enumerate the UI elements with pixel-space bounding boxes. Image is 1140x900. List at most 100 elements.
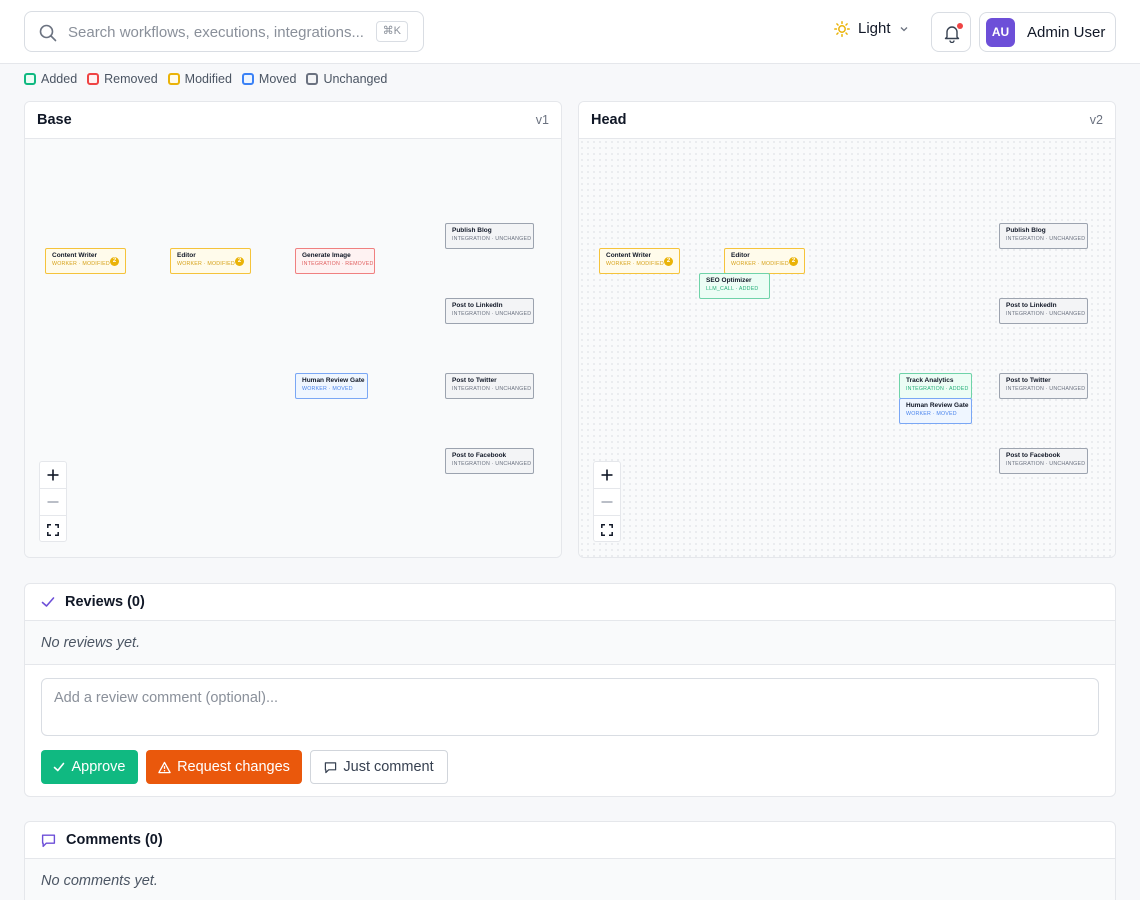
node-subtitle: WORKER · MODIFIED [177,261,235,267]
node-post-twitter[interactable]: Post to Twitter INTEGRATION · UNCHANGED [999,373,1088,399]
node-title: Post to Facebook [1006,452,1061,459]
zoom-out-button[interactable] [40,489,66,516]
theme-label: Light [858,20,891,37]
node-title: Editor [731,252,750,259]
request-changes-label: Request changes [177,759,290,775]
fit-view-button[interactable] [594,516,620,543]
node-subtitle: INTEGRATION · UNCHANGED [452,236,532,242]
node-title: Human Review Gate [906,402,969,409]
check-icon [41,597,55,607]
search-box[interactable]: Search workflows, executions, integratio… [24,11,424,52]
head-panel-header: Head v2 [579,102,1115,139]
zoom-out-button[interactable] [594,489,620,516]
node-post-facebook[interactable]: Post to Facebook INTEGRATION · UNCHANGED [445,448,534,474]
node-track-analytics[interactable]: Track Analytics INTEGRATION · ADDED [899,373,972,399]
node-post-linkedin[interactable]: Post to LinkedIn INTEGRATION · UNCHANGED [445,298,534,324]
base-version: v1 [535,113,549,127]
just-comment-label: Just comment [343,759,434,775]
node-title: SEO Optimizer [706,277,752,284]
zoom-in-button[interactable] [40,462,66,489]
message-icon [41,833,56,847]
legend-swatch [241,73,254,85]
legend-swatch [87,73,100,85]
unread-dot [957,23,963,29]
node-badge: 2 [664,257,673,266]
fit-view-icon [47,523,59,536]
node-title: Content Writer [606,252,652,259]
review-comment-input[interactable]: Add a review comment (optional)... [41,678,1099,736]
node-subtitle: WORKER · MODIFIED [606,261,664,267]
reviews-title: Reviews (0) [65,594,145,610]
base-panel-header: Base v1 [25,102,561,139]
node-human-review-gate[interactable]: Human Review Gate WORKER · MOVED [899,398,972,424]
base-panel: Base v1 Content Writer WORKER · MODIFIED… [24,101,562,558]
head-panel: Head v2 Content Writer WORKER · MODIFIED… [578,101,1116,558]
check-icon [54,762,65,772]
node-publish-blog[interactable]: Publish Blog INTEGRATION · UNCHANGED [999,223,1088,249]
plus-icon [601,469,613,481]
search-input[interactable]: Search workflows, executions, integratio… [68,24,364,41]
search-icon [39,24,57,42]
legend-label: Moved [258,72,297,86]
approve-button[interactable]: Approve [41,750,138,784]
head-panel-title: Head [591,112,627,128]
sun-icon [834,20,850,37]
legend-moved: Moved [241,72,297,86]
legend-swatch [24,73,36,85]
node-title: Post to Twitter [1006,377,1051,384]
node-editor[interactable]: Editor WORKER · MODIFIED 2 [170,248,251,274]
node-subtitle: INTEGRATION · UNCHANGED [1006,311,1086,317]
node-title: Generate Image [302,252,351,259]
diff-legend: Added Removed Modified Moved Unchanged [24,72,387,86]
node-badge: 2 [789,257,798,266]
head-zoom-controls [593,461,621,542]
base-canvas[interactable]: Content Writer WORKER · MODIFIED 2 Edito… [25,139,561,557]
approve-label: Approve [71,759,126,775]
node-subtitle: WORKER · MOVED [906,411,957,417]
zoom-in-button[interactable] [594,462,620,489]
node-subtitle: LLM_CALL · ADDED [706,286,759,292]
node-title: Post to LinkedIn [452,302,503,309]
node-subtitle: INTEGRATION · ADDED [906,386,969,392]
node-badge: 2 [110,257,119,266]
notifications-button[interactable] [931,12,971,52]
base-panel-title: Base [37,112,72,128]
legend-modified: Modified [167,72,232,86]
user-menu-button[interactable]: AU Admin User [979,12,1116,52]
just-comment-button[interactable]: Just comment [310,750,448,784]
head-canvas[interactable]: Content Writer WORKER · MODIFIED 2 Edito… [579,139,1115,557]
head-version: v2 [1089,113,1103,127]
node-post-twitter[interactable]: Post to Twitter INTEGRATION · UNCHANGED [445,373,534,399]
node-title: Post to Twitter [452,377,497,384]
comments-card: Comments (0) No comments yet. [24,821,1116,900]
minus-icon [47,501,59,503]
fit-view-icon [601,523,613,536]
node-editor[interactable]: Editor WORKER · MODIFIED 2 [724,248,805,274]
fit-view-button[interactable] [40,516,66,543]
plus-icon [47,469,59,481]
node-content-writer[interactable]: Content Writer WORKER · MODIFIED 2 [45,248,126,274]
node-generate-image[interactable]: Generate Image INTEGRATION · REMOVED [295,248,375,274]
comments-header: Comments (0) [25,822,1115,859]
request-changes-button[interactable]: Request changes [146,750,302,784]
minus-icon [601,501,613,503]
node-title: Publish Blog [452,227,492,234]
legend-swatch [306,73,319,85]
reviews-empty-state: No reviews yet. [25,621,1115,665]
theme-toggle[interactable]: Light [834,20,909,37]
reviews-card: Reviews (0) No reviews yet. Add a review… [24,583,1116,797]
node-post-linkedin[interactable]: Post to LinkedIn INTEGRATION · UNCHANGED [999,298,1088,324]
node-publish-blog[interactable]: Publish Blog INTEGRATION · UNCHANGED [445,223,534,249]
top-bar: Search workflows, executions, integratio… [0,0,1140,64]
node-subtitle: INTEGRATION · UNCHANGED [452,386,532,392]
node-subtitle: WORKER · MODIFIED [52,261,110,267]
legend-label: Removed [104,72,158,86]
node-seo-optimizer[interactable]: SEO Optimizer LLM_CALL · ADDED [699,273,770,299]
node-badge: 2 [235,257,244,266]
node-subtitle: WORKER · MODIFIED [731,261,789,267]
message-icon [325,761,337,773]
legend-label: Unchanged [323,72,388,86]
node-post-facebook[interactable]: Post to Facebook INTEGRATION · UNCHANGED [999,448,1088,474]
node-human-review-gate[interactable]: Human Review Gate WORKER · MOVED [295,373,368,399]
node-content-writer[interactable]: Content Writer WORKER · MODIFIED 2 [599,248,680,274]
